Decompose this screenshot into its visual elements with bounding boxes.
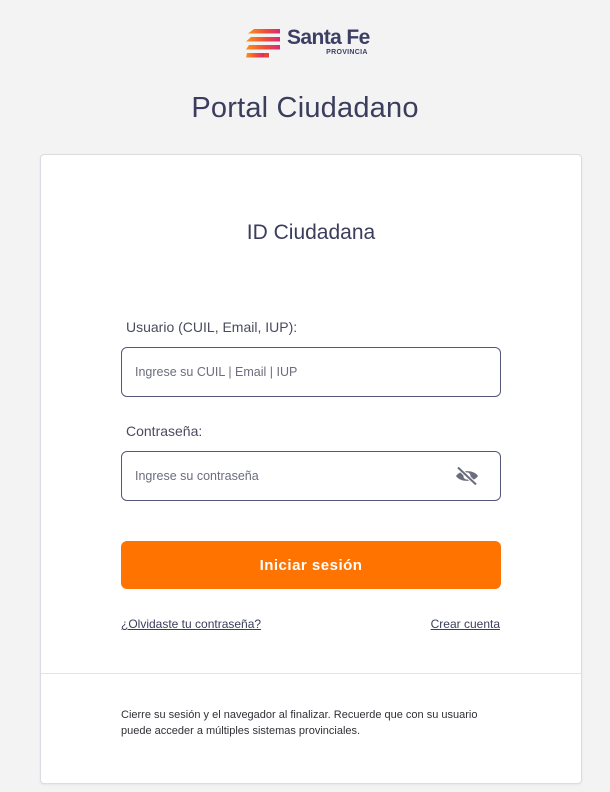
password-input[interactable] [135,452,435,500]
card-title: ID Ciudadana [246,221,376,244]
show-password-toggle[interactable] [454,465,480,487]
login-card: ID Ciudadana Usuario (CUIL, Email, IUP):… [40,154,582,784]
forgot-password-link[interactable]: ¿Olvidaste tu contraseña? [121,617,261,631]
password-label: Contraseña: [126,423,203,439]
login-page: Santa Fe PROVINCIA Portal Ciudadano ID C… [0,0,610,792]
username-label: Usuario (CUIL, Email, IUP): [126,319,298,335]
santa-fe-logo: Santa Fe PROVINCIA [246,26,370,58]
card-divider [41,673,581,674]
santa-fe-stripes-logo-icon [246,29,280,58]
logo-name: Santa Fe [287,26,370,49]
logo-subtitle: PROVINCIA [326,49,368,56]
username-input[interactable] [135,348,435,396]
eye-off-icon [456,466,478,486]
login-button[interactable]: Iniciar sesión [121,541,501,589]
username-field-box [121,347,501,397]
page-title: Portal Ciudadano [191,92,419,124]
session-notice: Cierre su sesión y el navegador al final… [121,709,478,737]
logo-text: Santa Fe PROVINCIA [287,26,370,56]
password-field-box [121,451,501,501]
create-account-link[interactable]: Crear cuenta [431,617,500,631]
